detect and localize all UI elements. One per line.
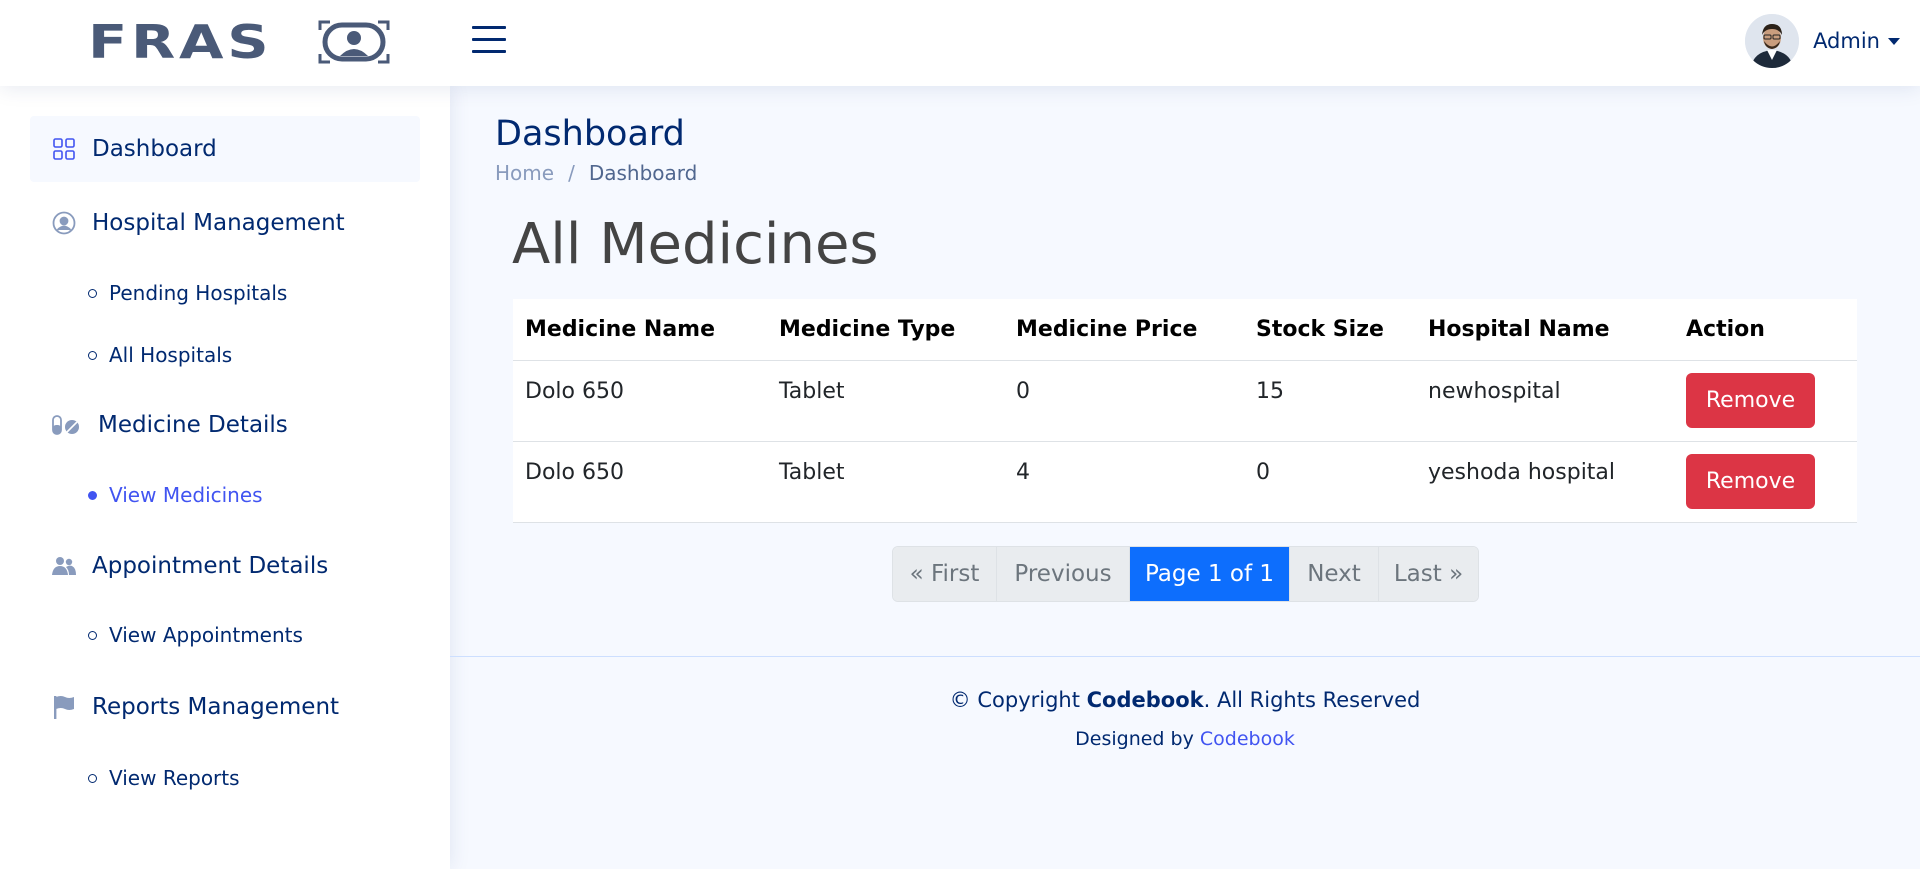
column-header: Medicine Name: [513, 299, 767, 361]
logo[interactable]: FRAS: [88, 19, 390, 65]
pagination-previous[interactable]: Previous: [997, 547, 1130, 601]
pagination-first[interactable]: « First: [893, 547, 997, 601]
breadcrumb-separator: /: [568, 161, 575, 185]
breadcrumb: Home / Dashboard: [495, 161, 697, 185]
table-cell: 15: [1244, 360, 1416, 442]
sidebar-item-label: Appointment Details: [92, 553, 329, 579]
table-cell: 0: [1244, 441, 1416, 523]
profile-name: Admin: [1813, 29, 1880, 53]
circle-icon: [88, 630, 97, 640]
table-cell: Tablet: [767, 360, 1004, 442]
column-header: Stock Size: [1244, 299, 1416, 361]
chevron-down-icon: [1888, 37, 1900, 45]
table-cell: yeshoda hospital: [1416, 441, 1674, 523]
footer-copyright: © Copyright Codebook. All Rights Reserve…: [450, 688, 1920, 712]
sidebar-subitem-view-medicines[interactable]: View Medicines: [88, 477, 263, 513]
avatar: [1745, 14, 1800, 68]
sidebar-item-label: Medicine Details: [98, 412, 288, 438]
credits-prefix: Designed by: [1075, 728, 1200, 750]
table-cell-action: Remove: [1674, 441, 1857, 523]
sidebar: Dashboard Hospital Management Pending Ho…: [0, 86, 450, 869]
remove-button[interactable]: Remove: [1686, 453, 1815, 509]
profile-dropdown[interactable]: Admin: [1745, 14, 1900, 68]
column-header: Medicine Type: [767, 299, 1004, 361]
sidebar-item-dashboard[interactable]: Dashboard: [30, 116, 420, 182]
sidebar-subitem-view-appointments[interactable]: View Appointments: [88, 617, 303, 653]
table-cell: Tablet: [767, 441, 1004, 523]
column-header: Hospital Name: [1416, 299, 1674, 361]
sidebar-subitem-view-reports[interactable]: View Reports: [88, 760, 240, 796]
table-cell: Dolo 650: [513, 441, 767, 523]
column-header: Medicine Price: [1004, 299, 1244, 361]
page-title: Dashboard: [495, 114, 685, 154]
grid-icon: [52, 137, 76, 161]
person-circle-icon: [52, 211, 76, 235]
remove-button[interactable]: Remove: [1686, 372, 1815, 428]
table-cell: newhospital: [1416, 360, 1674, 442]
sidebar-subitem-pending-hospitals[interactable]: Pending Hospitals: [88, 275, 287, 311]
sidebar-item-appointment-details[interactable]: Appointment Details: [30, 533, 420, 599]
table-header-row: Medicine Name Medicine Type Medicine Pri…: [513, 299, 1857, 361]
circle-filled-icon: [88, 490, 97, 500]
sidebar-subitem-label: View Appointments: [109, 623, 303, 647]
sidebar-subitem-all-hospitals[interactable]: All Hospitals: [88, 337, 232, 373]
footer-credits: Designed by Codebook: [450, 728, 1920, 750]
pagination: « First Previous Page 1 of 1 Next Last »: [892, 546, 1479, 602]
table-cell-action: Remove: [1674, 360, 1857, 442]
sidebar-item-hospital-management[interactable]: Hospital Management: [30, 190, 420, 256]
logo-face-icon: [318, 20, 390, 64]
table-cell: Dolo 650: [513, 360, 767, 442]
medicines-table: Medicine Name Medicine Type Medicine Pri…: [513, 299, 1857, 523]
top-header: FRAS Admin: [0, 0, 1920, 86]
flag-icon: [52, 695, 76, 719]
menu-toggle-icon[interactable]: [472, 26, 506, 56]
circle-icon: [88, 773, 97, 783]
sidebar-subitem-label: View Medicines: [109, 483, 263, 507]
people-icon: [52, 554, 76, 578]
circle-icon: [88, 288, 97, 298]
breadcrumb-current: Dashboard: [588, 161, 698, 185]
sidebar-subitem-label: All Hospitals: [109, 343, 233, 367]
copyright-prefix: © Copyright: [949, 688, 1087, 712]
table-cell: 0: [1004, 360, 1244, 442]
credits-link[interactable]: Codebook: [1200, 728, 1295, 750]
table-cell: 4: [1004, 441, 1244, 523]
logo-text: FRAS: [88, 15, 273, 69]
table-row: Dolo 650 Tablet 4 0 yeshoda hospital Rem…: [513, 441, 1857, 523]
sidebar-subitem-label: View Reports: [109, 766, 240, 790]
pagination-last[interactable]: Last »: [1379, 547, 1478, 601]
sidebar-item-label: Dashboard: [92, 136, 217, 162]
footer-divider: [450, 656, 1920, 657]
breadcrumb-home[interactable]: Home: [495, 161, 554, 185]
sidebar-item-label: Reports Management: [92, 694, 340, 720]
circle-icon: [88, 350, 97, 360]
sidebar-item-label: Hospital Management: [92, 210, 345, 236]
sidebar-subitem-label: Pending Hospitals: [109, 281, 288, 305]
table-row: Dolo 650 Tablet 0 15 newhospital Remove: [513, 360, 1857, 442]
copyright-suffix: . All Rights Reserved: [1203, 688, 1421, 712]
sidebar-item-medicine-details[interactable]: Medicine Details: [30, 392, 420, 458]
copyright-company: Codebook: [1086, 688, 1204, 712]
column-header: Action: [1674, 299, 1857, 361]
pagination-next[interactable]: Next: [1290, 547, 1379, 601]
section-heading: All Medicines: [512, 212, 879, 277]
capsule-icon: [52, 413, 80, 437]
pagination-current[interactable]: Page 1 of 1: [1130, 547, 1290, 601]
sidebar-item-reports-management[interactable]: Reports Management: [30, 674, 420, 740]
